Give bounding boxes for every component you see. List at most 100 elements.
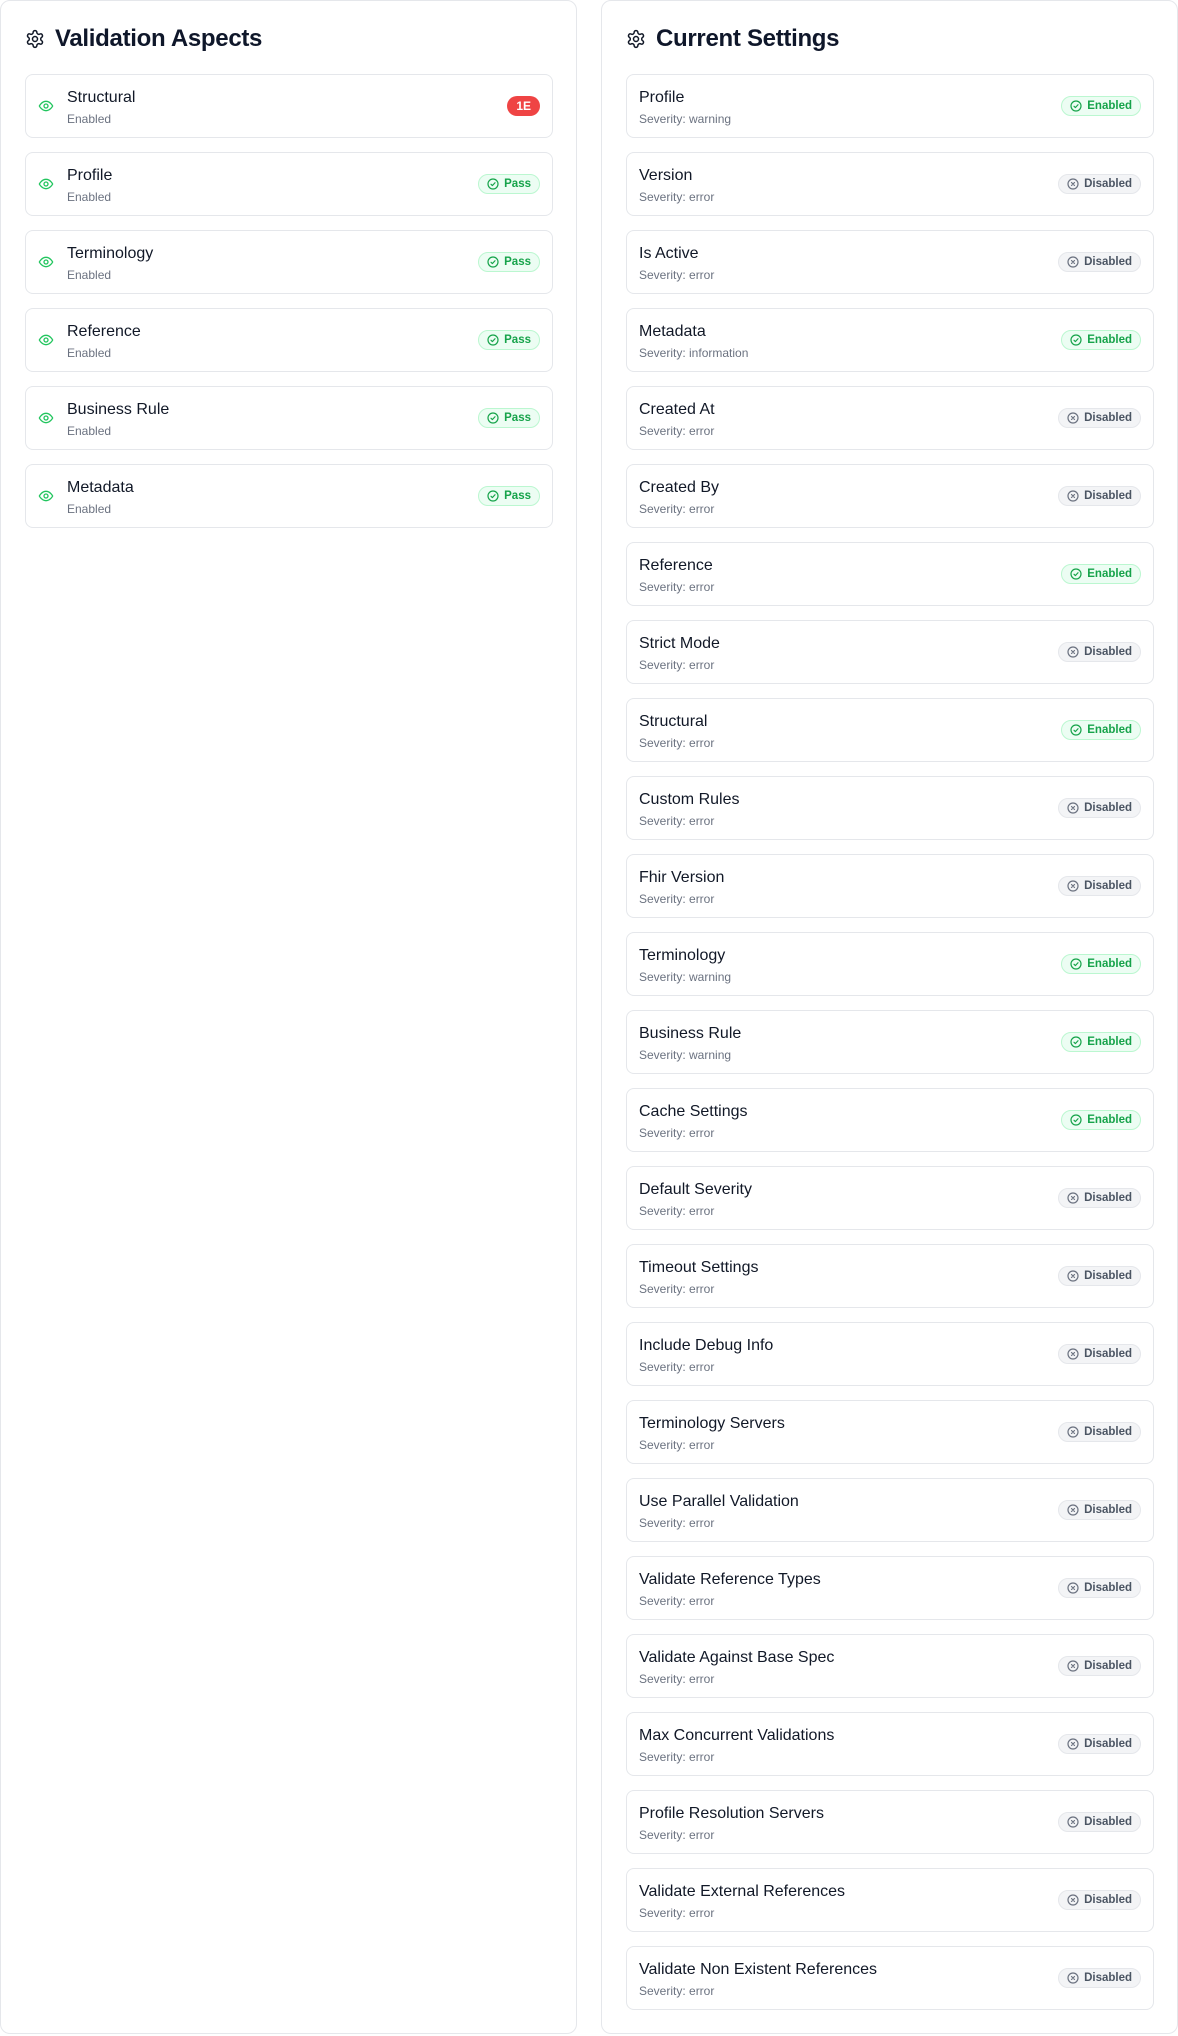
status-badge: Disabled <box>1058 1266 1141 1286</box>
setting-severity: Severity: error <box>639 1750 715 1764</box>
setting-card-validate-non-existent-references[interactable]: Validate Non Existent References Severity… <box>626 1946 1154 2010</box>
eye-icon[interactable] <box>38 410 54 426</box>
setting-card-business-rule[interactable]: Business Rule Severity: warning Enabled <box>626 1010 1154 1074</box>
status-badge-label: Disabled <box>1084 1738 1132 1750</box>
status-badge-label: Enabled <box>1087 1036 1132 1048</box>
status-badge-label: Disabled <box>1084 1348 1132 1360</box>
status-badge: 1E <box>507 96 540 116</box>
setting-severity: Severity: error <box>639 1672 715 1686</box>
setting-name: Terminology Servers <box>639 1415 785 1432</box>
setting-card-max-concurrent-validations[interactable]: Max Concurrent Validations Severity: erro… <box>626 1712 1154 1776</box>
status-badge: Disabled <box>1058 876 1141 896</box>
status-badge: Disabled <box>1058 798 1141 818</box>
setting-card-is-active[interactable]: Is Active Severity: error Disabled <box>626 230 1154 294</box>
setting-name: Validate Non Existent References <box>639 1961 878 1978</box>
setting-card-created-at[interactable]: Created At Severity: error Disabled <box>626 386 1154 450</box>
validation-aspects-header: Validation Aspects <box>25 23 262 55</box>
setting-card-structural[interactable]: Structural Severity: error Enabled <box>626 698 1154 762</box>
setting-card-created-by[interactable]: Created By Severity: error Disabled <box>626 464 1154 528</box>
setting-card-terminology-servers[interactable]: Terminology Servers Severity: error Disabl… <box>626 1400 1154 1464</box>
setting-card-include-debug-info[interactable]: Include Debug Info Severity: error Disable… <box>626 1322 1154 1386</box>
setting-name: Custom Rules <box>639 791 740 808</box>
status-badge: Pass <box>478 330 540 350</box>
aspect-name: Business Rule <box>67 401 170 418</box>
x-circle-icon <box>1067 1426 1084 1438</box>
aspect-name: Profile <box>67 167 113 184</box>
panel-title: Validation Aspects <box>55 25 263 52</box>
status-badge: Enabled <box>1061 564 1141 584</box>
status-badge-label: Disabled <box>1084 802 1132 814</box>
aspect-status: Enabled <box>67 502 112 516</box>
setting-severity: Severity: error <box>639 1984 715 1998</box>
setting-severity: Severity: warning <box>639 112 732 126</box>
setting-name: Terminology <box>639 947 726 964</box>
x-circle-icon <box>1067 1270 1084 1282</box>
check-circle-icon <box>1070 334 1087 346</box>
setting-name: Metadata <box>639 323 706 340</box>
status-badge: Disabled <box>1058 1500 1141 1520</box>
aspect-name: Reference <box>67 323 141 340</box>
check-circle-icon <box>1070 1036 1087 1048</box>
x-circle-icon <box>1067 490 1084 502</box>
status-badge: Disabled <box>1058 408 1141 428</box>
gear-icon <box>626 29 646 49</box>
setting-name: Include Debug Info <box>639 1337 774 1354</box>
status-badge: Enabled <box>1061 96 1141 116</box>
status-badge-label: Pass <box>504 178 531 190</box>
aspect-card-metadata[interactable]: Metadata Enabled Pass <box>25 464 553 528</box>
eye-icon[interactable] <box>38 332 54 348</box>
setting-card-profile[interactable]: Profile Severity: warning Enabled <box>626 74 1154 138</box>
status-badge: Disabled <box>1058 1656 1141 1676</box>
aspect-status: Enabled <box>67 190 112 204</box>
setting-card-default-severity[interactable]: Default Severity Severity: error Disabled <box>626 1166 1154 1230</box>
aspect-card-business-rule[interactable]: Business Rule Enabled Pass <box>25 386 553 450</box>
eye-icon[interactable] <box>38 176 54 192</box>
setting-severity: Severity: error <box>639 1516 715 1530</box>
setting-card-validate-against-base-spec[interactable]: Validate Against Base Spec Severity: erro… <box>626 1634 1154 1698</box>
aspect-card-reference[interactable]: Reference Enabled Pass <box>25 308 553 372</box>
setting-name: Profile <box>639 89 685 106</box>
status-badge: Enabled <box>1061 330 1141 350</box>
current-settings-header: Current Settings <box>626 23 840 55</box>
status-badge: Disabled <box>1058 1578 1141 1598</box>
setting-severity: Severity: error <box>639 424 715 438</box>
setting-card-reference[interactable]: Reference Severity: error Enabled <box>626 542 1154 606</box>
setting-severity: Severity: error <box>639 1594 715 1608</box>
status-badge: Enabled <box>1061 720 1141 740</box>
setting-card-profile-resolution-servers[interactable]: Profile Resolution Servers Severity: erro… <box>626 1790 1154 1854</box>
status-badge-label: Disabled <box>1084 178 1132 190</box>
setting-severity: Severity: error <box>639 190 715 204</box>
aspect-name: Metadata <box>67 479 134 496</box>
setting-card-use-parallel-validation[interactable]: Use Parallel Validation Severity: error Di… <box>626 1478 1154 1542</box>
x-circle-icon <box>1067 256 1084 268</box>
setting-card-validate-reference-types[interactable]: Validate Reference Types Severity: error D… <box>626 1556 1154 1620</box>
setting-card-version[interactable]: Version Severity: error Disabled <box>626 152 1154 216</box>
setting-card-custom-rules[interactable]: Custom Rules Severity: error Disabled <box>626 776 1154 840</box>
x-circle-icon <box>1067 646 1084 658</box>
eye-icon[interactable] <box>38 98 54 114</box>
aspect-card-profile[interactable]: Profile Enabled Pass <box>25 152 553 216</box>
setting-name: Is Active <box>639 245 699 262</box>
eye-icon[interactable] <box>38 488 54 504</box>
setting-card-metadata[interactable]: Metadata Severity: information Enabled <box>626 308 1154 372</box>
current-settings-panel: Current Settings Profile Severity: warnin… <box>601 0 1178 2034</box>
setting-severity: Severity: error <box>639 580 715 594</box>
check-circle-icon <box>1070 958 1087 970</box>
setting-card-fhir-version[interactable]: Fhir Version Severity: error Disabled <box>626 854 1154 918</box>
setting-severity: Severity: error <box>639 1906 715 1920</box>
eye-icon[interactable] <box>38 254 54 270</box>
setting-card-validate-external-references[interactable]: Validate External References Severity: er… <box>626 1868 1154 1932</box>
setting-card-strict-mode[interactable]: Strict Mode Severity: error Disabled <box>626 620 1154 684</box>
setting-severity: Severity: error <box>639 1282 715 1296</box>
status-badge: Disabled <box>1058 1188 1141 1208</box>
setting-card-timeout-settings[interactable]: Timeout Settings Severity: error Disabled <box>626 1244 1154 1308</box>
status-badge: Enabled <box>1061 1110 1141 1130</box>
aspect-card-structural[interactable]: Structural Enabled 1E <box>25 74 553 138</box>
aspect-card-terminology[interactable]: Terminology Enabled Pass <box>25 230 553 294</box>
x-circle-icon <box>1067 1504 1084 1516</box>
status-badge-label: Enabled <box>1087 1114 1132 1126</box>
status-badge: Pass <box>478 174 540 194</box>
setting-card-terminology[interactable]: Terminology Severity: warning Enabled <box>626 932 1154 996</box>
check-circle-icon <box>1070 1114 1087 1126</box>
setting-card-cache-settings[interactable]: Cache Settings Severity: error Enabled <box>626 1088 1154 1152</box>
